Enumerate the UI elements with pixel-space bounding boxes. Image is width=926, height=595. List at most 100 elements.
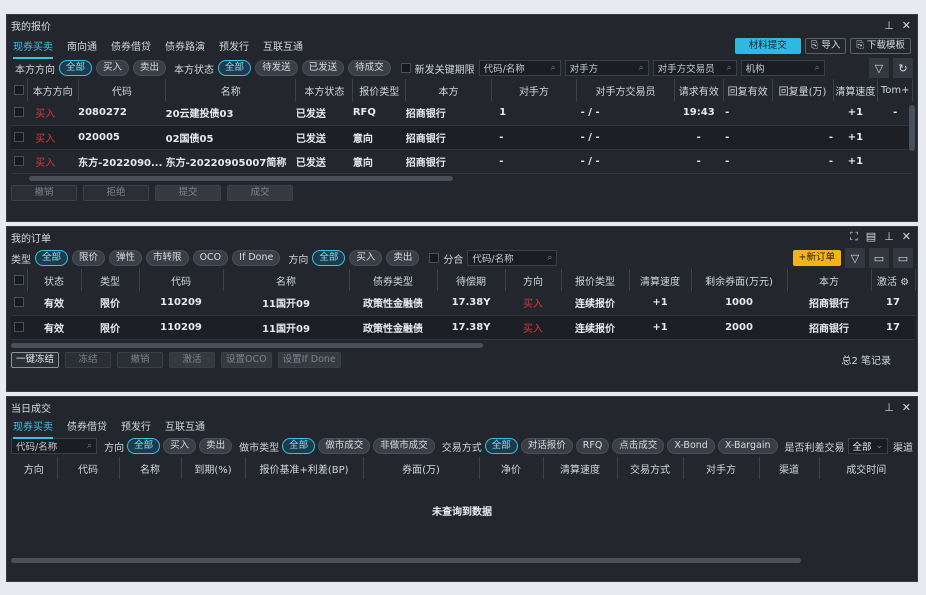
col-header[interactable]: 券面(万) bbox=[363, 457, 480, 479]
tab-spot[interactable]: 现券买卖 bbox=[13, 418, 53, 439]
reject-button[interactable]: 拒绝 bbox=[83, 184, 149, 201]
tab-roadshow[interactable]: 债券路演 bbox=[165, 38, 205, 55]
close-icon[interactable]: ✕ bbox=[902, 19, 911, 32]
col-header[interactable]: 对手方交易员 bbox=[576, 79, 675, 101]
spread-select[interactable]: 全部 ⌄ bbox=[847, 438, 888, 454]
col-header[interactable]: 请求有效 bbox=[674, 79, 724, 101]
code-search-input[interactable]: 代码/名称 ⌕ bbox=[467, 250, 558, 266]
refresh-icon[interactable]: ↻ bbox=[893, 58, 913, 78]
col-header[interactable]: 回复有效 bbox=[723, 79, 773, 101]
row-checkbox[interactable] bbox=[14, 155, 25, 166]
tab-pre-issue[interactable]: 预发行 bbox=[219, 38, 249, 55]
tab-spot[interactable]: 现券买卖 bbox=[13, 38, 53, 59]
col-header[interactable]: 对手方 bbox=[683, 457, 760, 479]
col-header[interactable]: 名称 bbox=[119, 457, 182, 479]
table-row[interactable]: 有效 限价 110209 11国开09 政策性金融债 17.38Y 买入 连续报… bbox=[11, 315, 915, 340]
col-header[interactable]: 代码 bbox=[139, 269, 224, 291]
row-checkbox[interactable] bbox=[14, 297, 24, 308]
layout-icon[interactable]: ▤ bbox=[866, 230, 876, 244]
col-header[interactable]: 渠道 bbox=[759, 457, 820, 479]
col-header[interactable]: 交易方式 bbox=[617, 457, 684, 479]
col-header[interactable]: 净价 bbox=[479, 457, 544, 479]
col-header[interactable]: 剩余券面(万元) bbox=[691, 269, 788, 291]
row-checkbox[interactable] bbox=[14, 131, 25, 142]
col-header[interactable]: 名称 bbox=[223, 269, 350, 291]
new-keyword-checkbox[interactable] bbox=[400, 63, 411, 73]
dir-sell-chip[interactable]: 卖出 bbox=[386, 250, 420, 266]
col-header[interactable]: 债券类型 bbox=[349, 269, 438, 291]
col-header[interactable]: 本方方向 bbox=[27, 79, 79, 101]
col-header[interactable]: 报价类型 bbox=[561, 269, 630, 291]
col-header[interactable]: Tom+ bbox=[877, 79, 913, 101]
select-all-checkbox[interactable] bbox=[11, 269, 28, 291]
set-oco-button[interactable]: 设置OCO bbox=[221, 351, 272, 368]
pin-icon[interactable]: ⊥ bbox=[884, 401, 894, 414]
col-header[interactable]: 名称 bbox=[165, 79, 297, 101]
status-pending-chip[interactable]: 待发送 bbox=[255, 60, 298, 76]
dir-sell-chip[interactable]: 卖出 bbox=[199, 438, 233, 454]
close-icon[interactable]: ✕ bbox=[902, 401, 911, 414]
status-all-chip[interactable]: 全部 bbox=[218, 60, 252, 76]
folder-icon[interactable]: ▭ bbox=[869, 248, 889, 268]
type-elastic-chip[interactable]: 弹性 bbox=[109, 250, 143, 266]
freeze-all-button[interactable]: 一键冻结 bbox=[11, 351, 60, 368]
horizontal-scrollbar[interactable] bbox=[29, 175, 453, 181]
trade-all-chip[interactable]: 全部 bbox=[484, 438, 518, 454]
trade-rfq-chip[interactable]: RFQ bbox=[575, 438, 610, 454]
tab-pre-issue[interactable]: 预发行 bbox=[121, 418, 151, 435]
status-to-deal-chip[interactable]: 待成交 bbox=[348, 60, 391, 76]
col-header[interactable]: 报价基准+利差(BP) bbox=[245, 457, 364, 479]
col-header[interactable]: 对手方 bbox=[491, 79, 578, 101]
dir-buy-chip[interactable]: 买入 bbox=[163, 438, 197, 454]
non-mm-deal-chip[interactable]: 非做市成交 bbox=[373, 438, 435, 454]
submit-button[interactable]: 提交 bbox=[155, 184, 221, 201]
dir-all-chip[interactable]: 全部 bbox=[59, 60, 93, 76]
pin-icon[interactable]: ⊥ bbox=[884, 19, 894, 32]
filter-icon[interactable]: ▽ bbox=[845, 248, 865, 268]
close-icon[interactable]: ✕ bbox=[902, 230, 911, 244]
tab-southbound[interactable]: 南向通 bbox=[67, 38, 97, 55]
col-header[interactable]: 方向 bbox=[505, 269, 562, 291]
import-button[interactable]: ⎘ 导入 bbox=[804, 38, 847, 54]
trade-click-chip[interactable]: 点击成交 bbox=[612, 438, 665, 454]
col-header[interactable]: 清算速度 bbox=[833, 79, 879, 101]
tab-connect[interactable]: 互联互通 bbox=[165, 418, 205, 435]
revoke-button[interactable]: 撤销 bbox=[117, 351, 164, 368]
trade-xbargain-chip[interactable]: X-Bargain bbox=[717, 438, 778, 454]
code-search-input[interactable]: 代码/名称 ⌕ bbox=[478, 60, 561, 76]
deal-button[interactable]: 成交 bbox=[227, 184, 293, 201]
col-header[interactable]: 本方 bbox=[787, 269, 872, 291]
col-header[interactable]: 本方 bbox=[405, 79, 492, 101]
tab-lending[interactable]: 债券借贷 bbox=[111, 38, 151, 55]
material-submit-button[interactable]: 材料提交 bbox=[734, 38, 801, 54]
counterparty-input[interactable]: 对手方 ⌕ bbox=[564, 60, 649, 76]
dir-all-chip[interactable]: 全部 bbox=[312, 250, 346, 266]
col-header[interactable]: 状态 bbox=[27, 269, 82, 291]
download-template-button[interactable]: ⎘ 下载模板 bbox=[850, 38, 911, 54]
dir-sell-chip[interactable]: 卖出 bbox=[133, 60, 167, 76]
col-header[interactable]: 代码 bbox=[57, 457, 120, 479]
activate-button[interactable]: 激活 bbox=[169, 351, 216, 368]
tab-lending[interactable]: 债券借贷 bbox=[67, 418, 107, 435]
pin-icon[interactable]: ⊥ bbox=[884, 230, 894, 244]
table-row[interactable]: 有效 限价 110209 11国开09 政策性金融债 17.38Y 买入 连续报… bbox=[11, 291, 915, 316]
trade-xbond-chip[interactable]: X-Bond bbox=[667, 438, 715, 454]
tab-connect[interactable]: 互联互通 bbox=[263, 38, 303, 55]
settings-icon[interactable]: ⚙ bbox=[900, 277, 909, 288]
type-all-chip[interactable]: 全部 bbox=[35, 250, 69, 266]
col-header[interactable]: 回复量(万) bbox=[772, 79, 834, 101]
col-header[interactable]: 清算速度 bbox=[543, 457, 618, 479]
col-header[interactable]: 激活 ⚙ bbox=[871, 269, 916, 291]
trade-dialog-chip[interactable]: 对话报价 bbox=[520, 438, 573, 454]
table-row[interactable]: 买入 东方-2022090... 东方-20220905007简称 已发送 意向… bbox=[11, 149, 913, 174]
type-oco-chip[interactable]: OCO bbox=[192, 250, 229, 266]
table-row[interactable]: 买入 020005 02国债05 已发送 意向 招商银行 - - / - - -… bbox=[11, 125, 913, 150]
folder-open-icon[interactable]: ▭ bbox=[893, 248, 913, 268]
status-sent-chip[interactable]: 已发送 bbox=[301, 60, 345, 76]
type-mtl-chip[interactable]: 市转限 bbox=[146, 250, 189, 266]
row-checkbox[interactable] bbox=[14, 321, 24, 332]
split-checkbox[interactable] bbox=[429, 253, 440, 263]
col-header[interactable]: 本方状态 bbox=[295, 79, 354, 101]
col-header[interactable]: 到期(%) bbox=[181, 457, 246, 479]
expand-icon[interactable]: ⛶ bbox=[850, 230, 858, 244]
